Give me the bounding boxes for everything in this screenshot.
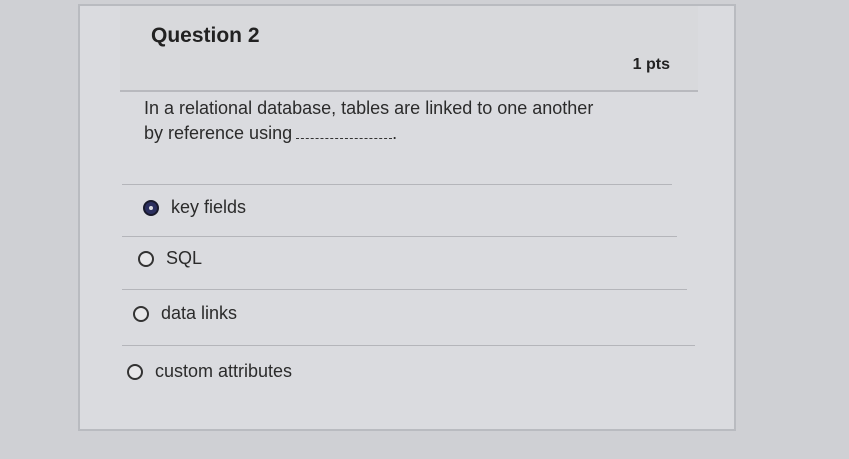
divider-1 [122, 184, 672, 185]
radio-icon[interactable] [138, 250, 154, 267]
answer-option-data-links[interactable]: data links [133, 303, 237, 324]
divider-3 [122, 289, 687, 290]
radio-icon[interactable] [133, 305, 149, 322]
answer-label: SQL [166, 248, 203, 268]
question-header: Question 2 1 pts [120, 6, 698, 92]
answer-label: custom attributes [155, 361, 293, 381]
answer-option-sql[interactable]: SQL [138, 248, 202, 269]
answer-option-custom-attributes[interactable]: custom attributes [127, 361, 292, 382]
question-title: Question 2 [151, 24, 260, 47]
divider-4 [122, 345, 695, 346]
question-period: . [392, 123, 398, 143]
answer-blank [296, 122, 393, 139]
radio-selected-icon[interactable] [143, 199, 159, 216]
divider-2 [122, 236, 677, 237]
answer-label: key fields [171, 197, 247, 217]
answer-label: data links [161, 303, 238, 323]
answer-option-key-fields[interactable]: key fields [143, 197, 246, 218]
radio-icon[interactable] [127, 363, 143, 380]
question-card: Question 2 1 pts In a relational databas… [78, 4, 736, 431]
question-points: 1 pts [632, 56, 670, 73]
question-text-wrapper: In a relational database, tables are lin… [144, 96, 614, 146]
